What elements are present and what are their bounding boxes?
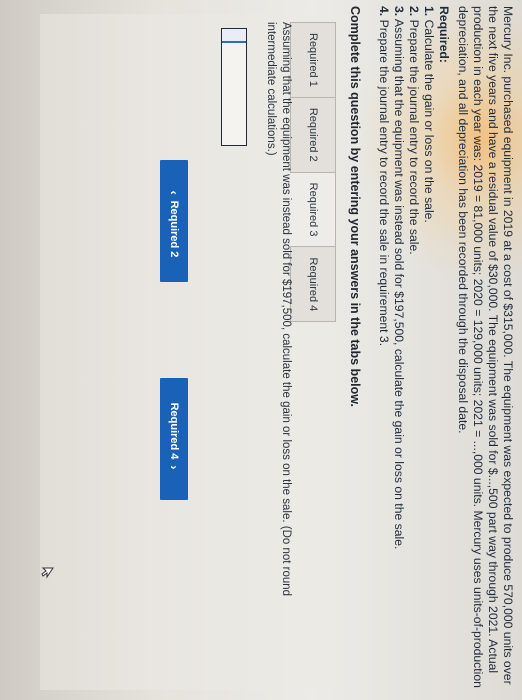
mouse-cursor-icon bbox=[41, 567, 54, 579]
requirement-4: 4. Prepare the journal entry to record t… bbox=[377, 6, 391, 347]
requirement-1: 1. Calculate the gain or loss on the sal… bbox=[422, 6, 436, 223]
next-button-label: Required 4 bbox=[168, 402, 180, 460]
next-required-button[interactable]: Required 4 › bbox=[160, 378, 188, 500]
tab-required-1[interactable]: Required 1 bbox=[290, 22, 336, 98]
chevron-right-icon: › bbox=[167, 465, 181, 470]
previous-button-label: Required 2 bbox=[168, 200, 180, 258]
required-heading: Required: bbox=[437, 6, 451, 63]
tab-required-4[interactable]: Required 4 bbox=[290, 247, 336, 323]
chevron-left-icon: ‹ bbox=[167, 190, 181, 195]
instruction-text: Complete this question by entering your … bbox=[348, 6, 362, 407]
problem-statement: Mercury Inc. purchased equipment in 2019… bbox=[376, 6, 515, 690]
gain-loss-input[interactable] bbox=[221, 28, 247, 146]
problem-intro: Mercury Inc. purchased equipment in 2019… bbox=[456, 6, 515, 688]
question-page: Mercury Inc. purchased equipment in 2019… bbox=[0, 0, 522, 700]
requirement-2: 2. Prepare the journal entry to record t… bbox=[407, 6, 421, 255]
question-text: Assuming that the equipment was instead … bbox=[265, 22, 292, 597]
requirement-tabs: Required 1 Required 2 Required 3 Require… bbox=[290, 22, 336, 323]
tab-required-3[interactable]: Required 3 bbox=[290, 172, 336, 248]
tab-required-2[interactable]: Required 2 bbox=[290, 97, 336, 173]
input-cursor-cell[interactable] bbox=[222, 29, 246, 43]
previous-required-button[interactable]: ‹ Required 2 bbox=[160, 160, 188, 282]
requirement-3: 3. Assuming that the equipment was inste… bbox=[392, 6, 406, 550]
